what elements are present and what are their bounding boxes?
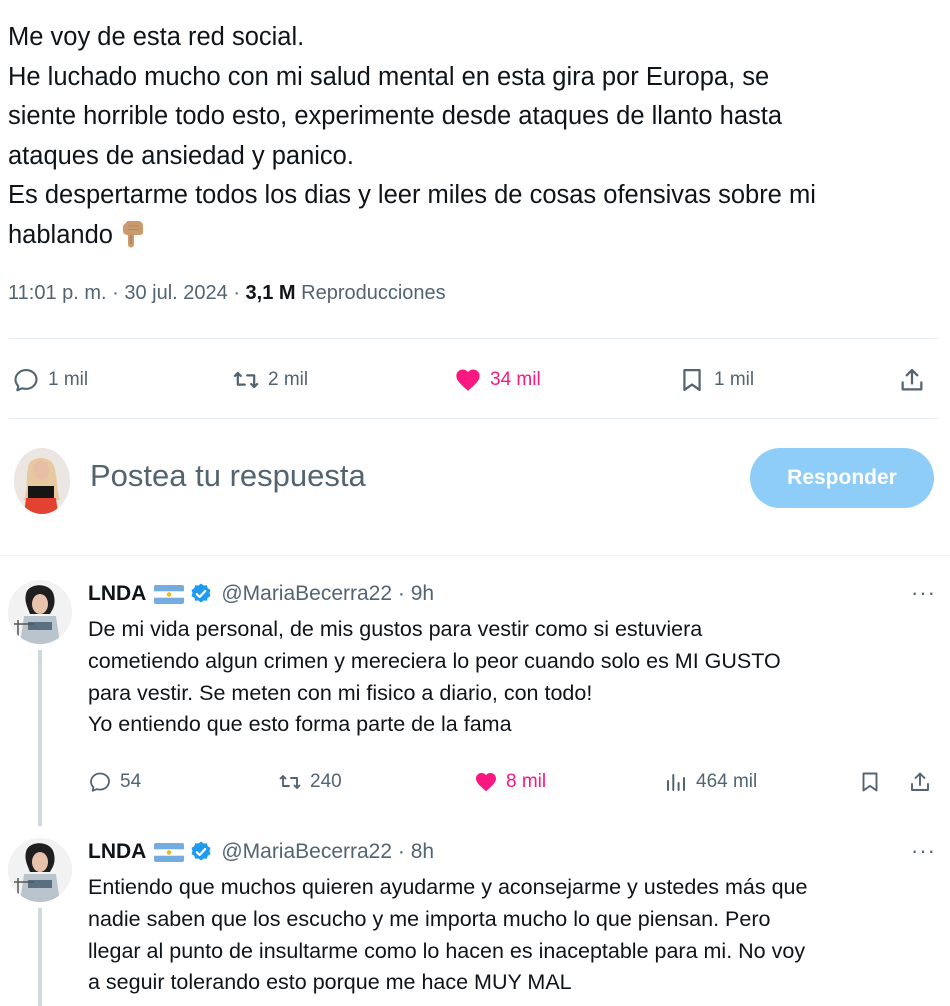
like-count: 34 mil [490, 369, 541, 390]
divider [8, 418, 938, 419]
repost-icon [233, 371, 259, 389]
thread-line [38, 650, 42, 826]
tweet-line-text: hablando [8, 220, 113, 249]
display-name[interactable]: LNDA [88, 582, 146, 606]
tweet-line: siente horrible todo esto, experimente d… [8, 102, 783, 130]
views-label: Reproducciones [295, 282, 446, 304]
tweet-line: a seguir tolerando esto porque me hace M… [88, 970, 572, 995]
share-icon [911, 772, 929, 791]
tweet-line: nadie saben que los escucho y me importa… [88, 906, 771, 931]
tweet-action-bar: 1 mil 2 mil 34 mil 1 mil [12, 358, 938, 402]
avatar[interactable] [14, 448, 70, 514]
tweet-line: llegar al punto de insultarme como lo ha… [88, 938, 806, 963]
verified-badge-icon [189, 840, 213, 864]
tweet-line: ataques de ansiedad y panico. [8, 141, 354, 170]
share-button[interactable] [908, 766, 940, 798]
like-button[interactable]: 34 mil [454, 358, 541, 402]
avatar[interactable] [8, 580, 72, 644]
pointing-down-emoji-icon [119, 220, 145, 248]
tweet-line: He luchado mucho con mi salud mental en … [8, 62, 770, 91]
reply-icon [14, 369, 38, 392]
reply-count: 1 mil [48, 369, 89, 390]
like-button[interactable]: 8 mil [474, 766, 546, 798]
divider [0, 555, 950, 556]
avatar[interactable] [8, 838, 72, 902]
handle-and-time[interactable]: @MariaBecerra22 · 8h [221, 840, 434, 864]
reply-button[interactable]: 54 [88, 766, 141, 798]
reply-input[interactable]: Postea tu respuesta [90, 458, 366, 494]
views-chart-icon [667, 774, 685, 791]
tweet-line-last: hablando [8, 216, 938, 256]
verified-badge-icon [189, 582, 213, 606]
bookmark-count: 1 mil [714, 369, 755, 390]
bookmark-button[interactable]: 1 mil [678, 358, 754, 402]
tweet-text: De mi vida personal, de mis gustos para … [88, 614, 944, 741]
views-count: 464 mil [696, 771, 758, 792]
argentina-flag-icon [154, 842, 185, 862]
heart-filled-icon [476, 773, 496, 792]
tweet-action-bar: 54 240 8 mil 464 mil [88, 766, 938, 798]
share-button[interactable] [898, 358, 934, 402]
bookmark-button[interactable] [858, 766, 890, 798]
share-icon [901, 368, 923, 391]
bookmark-icon [862, 772, 878, 792]
thread-line [38, 908, 42, 1006]
reply-tweet[interactable]: LNDA @MariaBecerra22 · 8h ··· Entiendo q… [0, 838, 950, 1006]
display-name[interactable]: LNDA [88, 840, 146, 864]
tweet-text: Entiendo que muchos quieren ayudarme y a… [88, 872, 944, 999]
heart-filled-icon [456, 369, 480, 391]
reply-count: 54 [120, 771, 142, 792]
reply-composer: Postea tu respuesta Responder [0, 444, 950, 524]
repost-icon [279, 775, 301, 789]
tweet-line: cometiendo algun crimen y mereciera lo p… [88, 648, 781, 673]
reply-submit-button[interactable]: Responder [750, 448, 934, 508]
tweet-line: Yo entiendo que esto forma parte de la f… [88, 712, 512, 737]
repost-button[interactable]: 2 mil [232, 358, 308, 402]
repost-count: 2 mil [268, 369, 309, 390]
tweet-line: Es despertarme todos los dias y leer mil… [8, 181, 816, 209]
reply-icon [90, 772, 110, 792]
argentina-flag-icon [154, 584, 185, 604]
tweet-line: Entiendo que muchos quieren ayudarme y a… [88, 875, 808, 899]
more-options-icon[interactable]: ··· [911, 838, 936, 864]
tweet-timestamp[interactable]: 11:01 p. m. · 30 jul. 2024 · [8, 282, 246, 304]
tweet-header: LNDA @MariaBecerra22 · 9h [88, 580, 434, 608]
tweet-header: LNDA @MariaBecerra22 · 8h [88, 838, 434, 866]
view-count: 3,1 M [245, 282, 296, 304]
tweet-line: para vestir. Se meten con mi fisico a di… [88, 680, 593, 705]
more-options-icon[interactable]: ··· [911, 580, 936, 606]
tweet-text: Me voy de esta red social. He luchado mu… [8, 18, 938, 255]
reply-button[interactable]: 1 mil [12, 358, 88, 402]
reply-tweet[interactable]: LNDA @MariaBecerra22 · 9h ··· De mi vida… [0, 580, 950, 830]
handle-and-time[interactable]: @MariaBecerra22 · 9h [221, 582, 434, 606]
divider [8, 338, 938, 339]
views-button[interactable]: 464 mil [664, 766, 757, 798]
like-count: 8 mil [506, 771, 547, 792]
bookmark-icon [683, 368, 701, 392]
tweet-line: De mi vida personal, de mis gustos para … [88, 617, 703, 641]
repost-count: 240 [310, 771, 342, 792]
repost-button[interactable]: 240 [278, 766, 342, 798]
tweet-meta: 11:01 p. m. · 30 jul. 2024 · 3,1 M Repro… [8, 282, 446, 305]
tweet-line: Me voy de esta red social. [8, 23, 305, 51]
